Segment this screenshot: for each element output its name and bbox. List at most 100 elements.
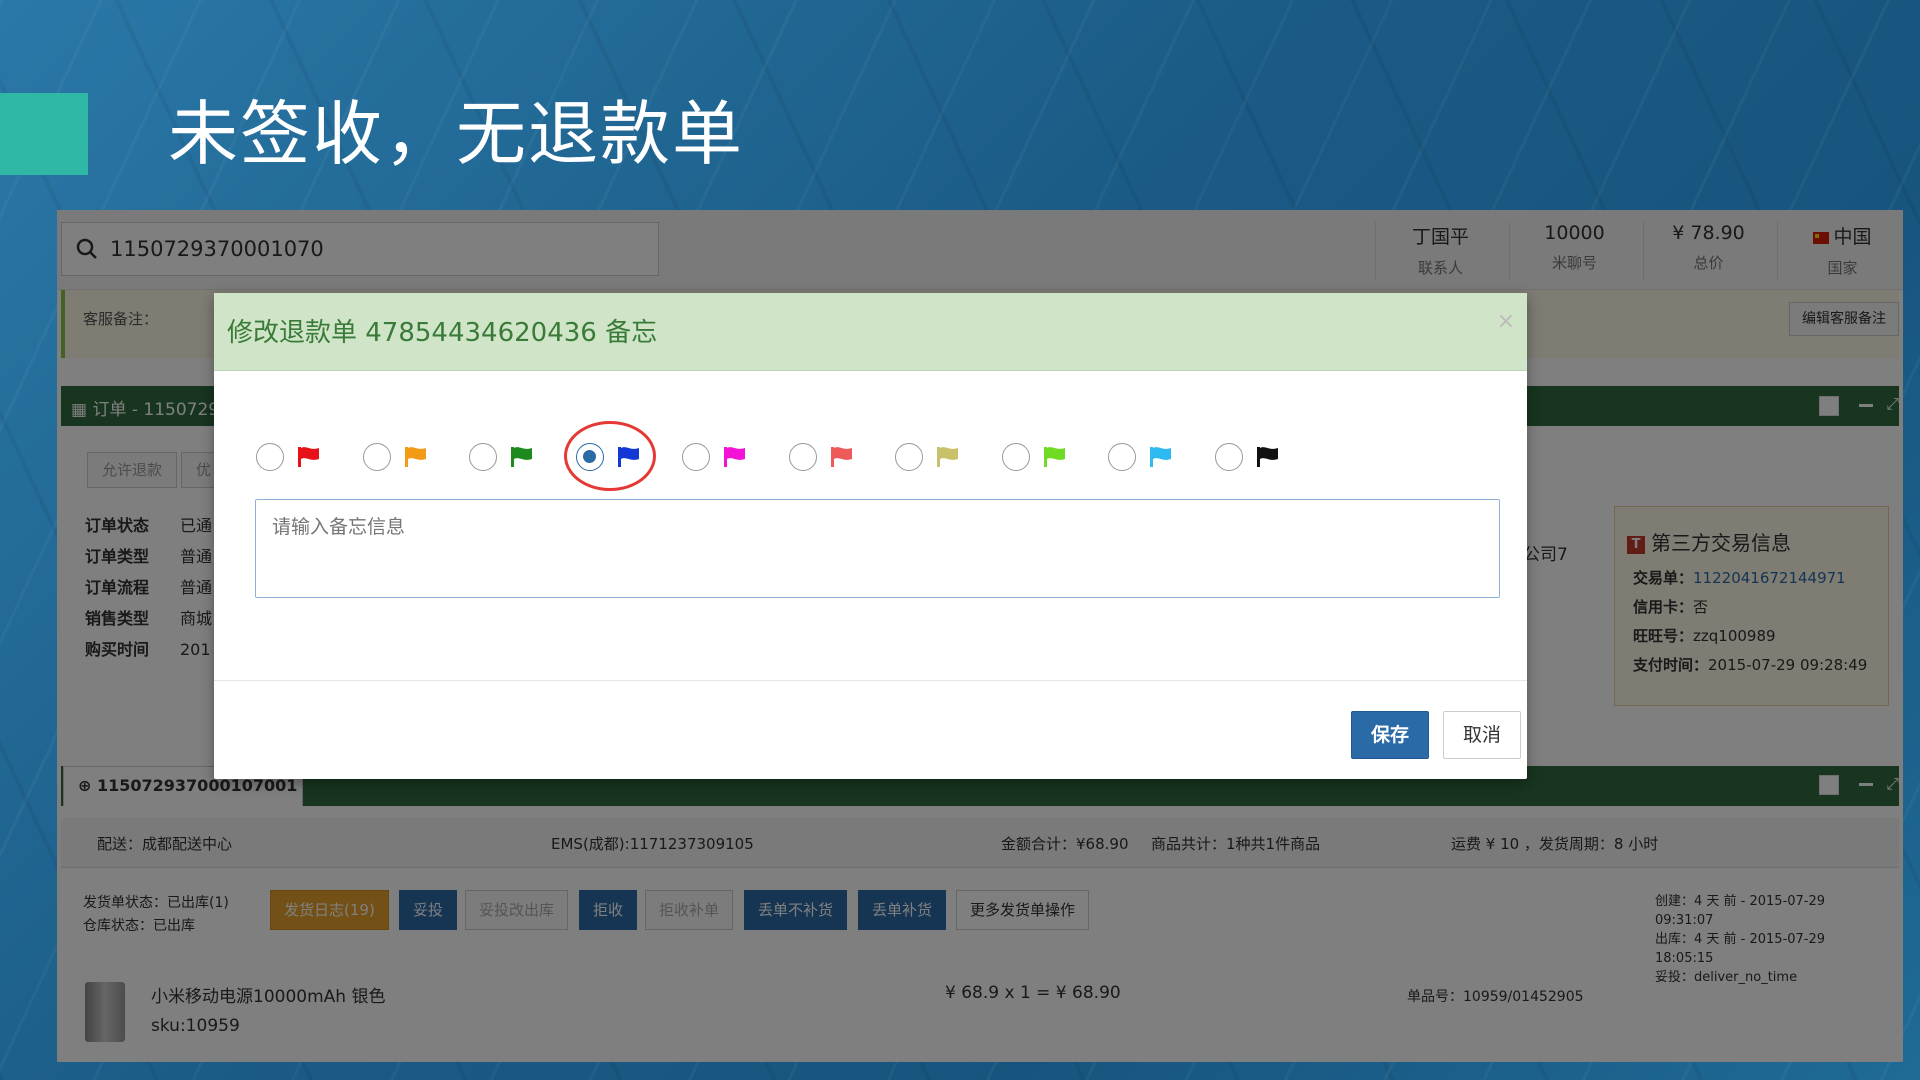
flag-icon bbox=[1044, 447, 1065, 467]
product-sku: sku:10959 bbox=[151, 1016, 240, 1036]
info-label: 订单类型 bbox=[85, 547, 150, 566]
flag-icon bbox=[724, 447, 745, 467]
expand-icon[interactable]: ⤢ bbox=[1886, 394, 1899, 414]
flag-option[interactable] bbox=[1215, 439, 1301, 475]
save-button[interactable]: 保存 bbox=[1351, 711, 1429, 759]
reject-button[interactable]: 拒收 bbox=[579, 890, 638, 930]
allow-refund-button[interactable]: 允许退款 bbox=[87, 452, 178, 488]
stat-contact: 丁国平 联系人 bbox=[1375, 222, 1505, 280]
lost-restock-button[interactable]: 丢单补货 bbox=[858, 890, 947, 930]
flag-radio[interactable] bbox=[1108, 443, 1136, 471]
stat-value: 10000 bbox=[1544, 222, 1605, 244]
close-icon[interactable]: × bbox=[1497, 309, 1515, 334]
search-input-value: 1150729370001070 bbox=[110, 237, 324, 261]
expand-icon[interactable]: ⤢ bbox=[1886, 774, 1899, 794]
ship-status-line: 发货单状态：已出库(1) bbox=[83, 895, 229, 911]
flag-option[interactable] bbox=[789, 439, 875, 475]
flag-icon bbox=[511, 447, 532, 467]
third-party-panel: T 第三方交易信息 交易单：1122041672144971 信用卡：否 旺旺号：… bbox=[1614, 506, 1889, 706]
stat-value: 中国 bbox=[1778, 222, 1903, 249]
flag-icon bbox=[831, 447, 852, 467]
cancel-button[interactable]: 取消 bbox=[1443, 711, 1521, 759]
flag-icon bbox=[298, 447, 319, 467]
modal-footer-divider bbox=[214, 680, 1527, 681]
info-label: 订单状态 bbox=[85, 516, 150, 535]
service-note-label: 客服备注： bbox=[83, 310, 159, 328]
wangwang-row: 旺旺号：zzq100989 bbox=[1633, 625, 1776, 646]
pay-time-row: 支付时间：2015-07-29 09:28:49 bbox=[1633, 654, 1867, 675]
lost-no-restock-button[interactable]: 丢单不补货 bbox=[744, 890, 848, 930]
product-item-no: 单品号：10959/01452905 bbox=[1407, 989, 1584, 1005]
flag-radio[interactable] bbox=[895, 443, 923, 471]
stat-label: 联系人 bbox=[1417, 259, 1463, 277]
flag-icon bbox=[405, 447, 426, 467]
info-value: 已通 bbox=[180, 516, 213, 535]
order-info-row: 购买时间 201 bbox=[85, 634, 212, 665]
stat-label: 米聊号 bbox=[1551, 254, 1597, 272]
product-price: ¥ 68.9 x 1 = ¥ 68.90 bbox=[945, 983, 1121, 1003]
created-time: 创建：4 天 前 - 2015-07-29 09:31:07 bbox=[1655, 894, 1826, 928]
flag-option[interactable] bbox=[363, 439, 449, 475]
title-accent-block bbox=[0, 93, 88, 175]
ems-tracking: EMS(成都):1171237309105 bbox=[551, 835, 754, 853]
country-name: 中国 bbox=[1833, 226, 1872, 248]
flag-option[interactable] bbox=[1002, 439, 1088, 475]
order-info-row: 销售类型 商城 bbox=[85, 603, 212, 634]
search-box[interactable]: 1150729370001070 bbox=[61, 222, 659, 276]
flag-icon bbox=[937, 447, 958, 467]
reject-reorder-button[interactable]: 拒收补单 bbox=[645, 890, 734, 930]
flag-option[interactable] bbox=[256, 439, 342, 475]
flag-option[interactable] bbox=[1108, 439, 1194, 475]
trade-link[interactable]: 1122041672144971 bbox=[1693, 569, 1846, 587]
credit-row: 信用卡：否 bbox=[1633, 596, 1708, 617]
product-name[interactable]: 小米移动电源10000mAh 银色 bbox=[151, 982, 385, 1007]
third-party-title: T 第三方交易信息 bbox=[1627, 527, 1791, 556]
shipment-times: 创建：4 天 前 - 2015-07-29 09:31:07 出库：4 天 前 … bbox=[1655, 892, 1887, 987]
stat-label: 总价 bbox=[1693, 254, 1724, 272]
modal-header: 修改退款单 47854434620436 备忘 × bbox=[214, 293, 1527, 371]
more-shipment-ops-button[interactable]: 更多发货单操作 bbox=[956, 890, 1090, 930]
ship-log-button[interactable]: 发货日志(19) bbox=[270, 890, 389, 930]
flag-radio[interactable] bbox=[1002, 443, 1030, 471]
stat-label: 国家 bbox=[1827, 259, 1858, 277]
flag-icon bbox=[1257, 447, 1278, 467]
minimize-icon[interactable] bbox=[1859, 404, 1873, 407]
flag-radio[interactable] bbox=[256, 443, 284, 471]
flag-radio[interactable] bbox=[682, 443, 710, 471]
edit-memo-modal: 修改退款单 47854434620436 备忘 × 保存 取消 bbox=[214, 293, 1527, 779]
stat-value: 丁国平 bbox=[1411, 226, 1469, 248]
order-info: 订单状态 已通 订单类型 普通 订单流程 普通 销售类型 商城 购买时间 201 bbox=[85, 510, 212, 665]
amount-total: 金额合计：¥68.90 bbox=[1001, 835, 1129, 853]
flag-radio[interactable] bbox=[789, 443, 817, 471]
stat-total: ¥ 78.90 总价 bbox=[1643, 222, 1773, 280]
wangwang-label: 旺旺号： bbox=[1633, 627, 1694, 645]
info-label: 购买时间 bbox=[85, 640, 150, 659]
flag-option[interactable] bbox=[564, 421, 662, 491]
tmall-icon: T bbox=[1627, 535, 1645, 554]
delivered-to-outbound-button[interactable]: 妥投改出库 bbox=[465, 890, 569, 930]
delivered-time: 妥投：deliver_no_time bbox=[1655, 970, 1798, 985]
info-label: 销售类型 bbox=[85, 609, 150, 628]
stat-milian: 10000 米聊号 bbox=[1509, 222, 1639, 280]
delivery-center: 配送：成都配送中心 bbox=[97, 835, 233, 853]
credit-label: 信用卡： bbox=[1633, 598, 1694, 616]
order-info-row: 订单类型 普通 bbox=[85, 541, 212, 572]
flag-option[interactable] bbox=[895, 439, 981, 475]
flag-radio[interactable] bbox=[469, 443, 497, 471]
panel-toggle-icon[interactable] bbox=[1819, 396, 1839, 416]
info-value: 商城 bbox=[180, 609, 213, 628]
info-value: 201 bbox=[180, 640, 211, 659]
minimize-icon[interactable] bbox=[1859, 783, 1873, 786]
info-label: 订单流程 bbox=[85, 578, 150, 597]
freight-info: 运费 ¥ 10 ，发货周期：8 小时 bbox=[1451, 835, 1659, 853]
memo-input[interactable] bbox=[255, 499, 1500, 598]
flag-option[interactable] bbox=[469, 439, 555, 475]
delivered-button[interactable]: 妥投 bbox=[399, 890, 458, 930]
outbound-time: 出库：4 天 前 - 2015-07-29 18:05:15 bbox=[1655, 932, 1826, 966]
flag-option[interactable] bbox=[682, 439, 768, 475]
info-value: 普通 bbox=[180, 547, 213, 566]
flag-radio[interactable] bbox=[1215, 443, 1243, 471]
panel-toggle-icon[interactable] bbox=[1819, 775, 1839, 795]
edit-note-button[interactable]: 编辑客服备注 bbox=[1789, 302, 1899, 336]
flag-radio[interactable] bbox=[363, 443, 391, 471]
